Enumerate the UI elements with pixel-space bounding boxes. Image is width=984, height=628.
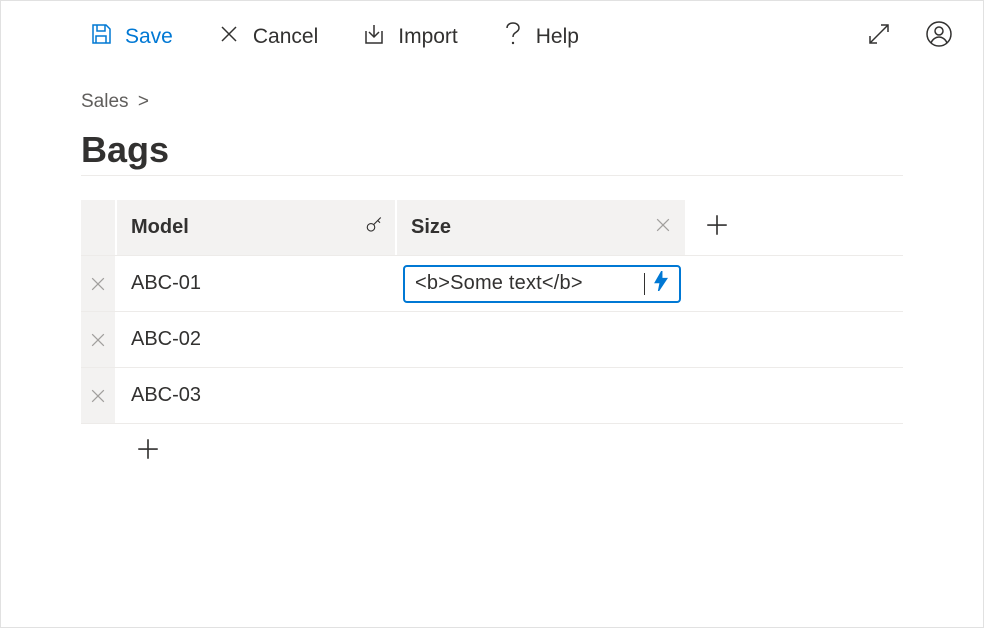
table-row: ABC-03 bbox=[81, 368, 903, 424]
cancel-label: Cancel bbox=[253, 25, 318, 49]
breadcrumb-parent[interactable]: Sales bbox=[81, 91, 129, 112]
key-icon bbox=[365, 216, 383, 240]
cell-editor[interactable]: <b>Some text</b> bbox=[403, 265, 681, 303]
cell-size[interactable]: <b>Some text</b> bbox=[397, 256, 687, 311]
column-header-size[interactable]: Size bbox=[397, 200, 687, 255]
add-column-button[interactable] bbox=[687, 200, 747, 255]
plus-icon bbox=[704, 212, 730, 244]
import-icon bbox=[362, 22, 386, 52]
autofill-button[interactable] bbox=[653, 271, 669, 297]
delete-row-button[interactable] bbox=[81, 368, 117, 423]
top-toolbar: Save Cancel Import Help bbox=[1, 1, 983, 73]
column-header-model[interactable]: Model bbox=[117, 200, 397, 255]
cell-model-value: ABC-01 bbox=[131, 272, 201, 295]
import-button[interactable]: Import bbox=[362, 22, 458, 52]
user-button[interactable] bbox=[919, 21, 959, 53]
delete-row-button[interactable] bbox=[81, 256, 117, 311]
cell-model-value: ABC-02 bbox=[131, 328, 201, 351]
save-button[interactable]: Save bbox=[89, 22, 173, 52]
cell-model[interactable]: ABC-02 bbox=[117, 312, 397, 367]
cancel-button[interactable]: Cancel bbox=[217, 22, 318, 52]
cell-model-value: ABC-03 bbox=[131, 384, 201, 407]
text-caret bbox=[644, 273, 645, 295]
cell-size[interactable] bbox=[397, 312, 687, 367]
delete-row-button[interactable] bbox=[81, 312, 117, 367]
cell-model[interactable]: ABC-03 bbox=[117, 368, 397, 423]
cell-size[interactable] bbox=[397, 368, 687, 423]
breadcrumb-separator: > bbox=[134, 91, 153, 112]
add-row-button[interactable] bbox=[81, 424, 903, 480]
table-row: ABC-01 <b>Some text</b> bbox=[81, 256, 903, 312]
table-row: ABC-02 bbox=[81, 312, 903, 368]
help-icon bbox=[502, 21, 524, 53]
column-header-size-label: Size bbox=[411, 216, 451, 239]
data-grid: Model Size bbox=[81, 200, 903, 480]
remove-column-icon[interactable] bbox=[653, 215, 673, 241]
row-header-stub bbox=[81, 200, 117, 255]
import-label: Import bbox=[398, 25, 458, 49]
cell-editor-value: <b>Some text</b> bbox=[415, 272, 636, 295]
save-icon bbox=[89, 22, 113, 52]
fullscreen-button[interactable] bbox=[859, 22, 899, 52]
plus-icon bbox=[135, 436, 161, 468]
user-icon bbox=[926, 21, 952, 53]
column-header-model-label: Model bbox=[131, 216, 189, 239]
cell-model[interactable]: ABC-01 bbox=[117, 256, 397, 311]
breadcrumb: Sales > bbox=[81, 91, 903, 113]
expand-icon bbox=[867, 22, 891, 52]
grid-header: Model Size bbox=[81, 200, 903, 256]
save-label: Save bbox=[125, 25, 173, 49]
page-title: Bags bbox=[81, 129, 903, 176]
help-label: Help bbox=[536, 25, 579, 49]
close-icon bbox=[217, 22, 241, 52]
help-button[interactable]: Help bbox=[502, 21, 579, 53]
